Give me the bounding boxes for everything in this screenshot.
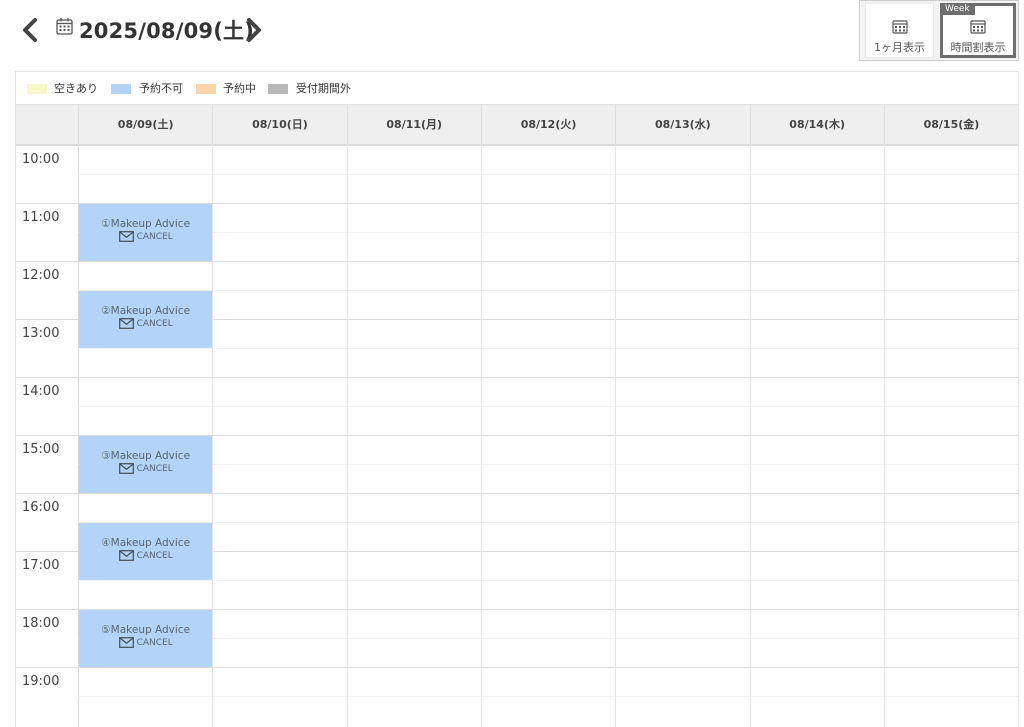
mail-icon [118,550,134,561]
slot-cancel-link[interactable]: CANCEL [79,231,212,242]
legend-label: 受付期間外 [296,82,351,95]
day-column-divider [883,145,885,727]
month-view-button[interactable]: 1ヶ月表示 [865,3,934,58]
time-grid: 10:00 11:00 12:00 13:00 14:00 15:00 16:00 17:00… [16,145,1018,727]
time-label: 18:00 [22,616,60,631]
slot-cancel-link[interactable]: CANCEL [79,463,212,474]
mail-icon [118,231,134,242]
legend-swatch [27,84,47,94]
current-date-title: 2025/08/09(土) [79,19,255,43]
day-column-divider [212,145,214,727]
chevron-left-icon [23,18,37,42]
header: 2025/08/09(土) 1ヶ月表示 Week 時間割表示 [0,0,1024,62]
time-label: 11:00 [22,210,60,225]
time-column: 10:00 11:00 12:00 13:00 14:00 15:00 16:00 17:00… [16,145,79,727]
slot-title: ④Makeup Advice [101,537,191,549]
legend: 空きあり 予約不可 予約中 受付期間外 [16,72,1018,105]
day-header: 08/15(金) [883,105,1018,144]
half-hour-line [78,174,1018,175]
half-hour-line [78,464,1018,465]
mail-icon [118,318,134,329]
cancel-label: CANCEL [136,464,173,474]
cancel-label: CANCEL [136,232,173,242]
hour-line [16,145,1018,146]
slot-cancel-link[interactable]: CANCEL [79,637,212,648]
day-column-divider [346,145,348,727]
day-header: 08/13(水) [615,105,749,144]
day-column-divider [749,145,751,727]
time-label: 15:00 [22,442,60,457]
half-hour-line [78,290,1018,291]
chevron-right-icon [247,18,261,42]
day-header: 08/09(土) [78,105,212,144]
half-hour-line [78,232,1018,233]
legend-swatch [111,84,131,94]
day-header-row: 08/09(土) 08/10(日) 08/11(月) 08/12(火) 08/13(水)… [16,105,1018,145]
time-label: 17:00 [22,558,60,573]
cancel-label: CANCEL [136,319,173,329]
day-header: 08/10(日) [212,105,346,144]
legend-swatch [268,84,288,94]
slot-title: ⑤Makeup Advice [101,624,191,636]
half-hour-line [78,406,1018,407]
mail-icon [118,463,134,474]
week-tag: Week [940,3,975,15]
slot-title: ③Makeup Advice [101,450,191,462]
prev-day-button[interactable] [18,15,42,45]
weekly-calendar: 空きあり 予約不可 予約中 受付期間外 08/09(土) 08/10(日) 08/1… [15,71,1019,727]
calendar-icon [56,18,73,35]
week-view-label: 時間割表示 [950,41,1006,54]
mail-icon [118,637,134,648]
calendar-icon [970,20,986,34]
half-hour-line [78,696,1018,697]
view-switch: 1ヶ月表示 Week 時間割表示 [859,0,1019,61]
time-label: 12:00 [22,268,60,283]
slot-cancel-link[interactable]: CANCEL [79,318,212,329]
week-view-button[interactable]: Week 時間割表示 [940,3,1016,58]
booking-slot[interactable]: ②Makeup Advice CANCEL [79,291,213,348]
cancel-label: CANCEL [136,638,173,648]
booking-slot[interactable]: ④Makeup Advice CANCEL [79,523,213,580]
booking-slot[interactable]: ①Makeup Advice CANCEL [79,204,213,261]
next-day-button[interactable] [242,15,266,45]
slot-cancel-link[interactable]: CANCEL [79,550,212,561]
calendar-icon [891,20,908,34]
day-column-divider [480,145,482,727]
day-header: 08/14(木) [749,105,884,144]
legend-label: 予約中 [223,82,256,95]
month-view-label: 1ヶ月表示 [874,41,925,54]
booking-slot[interactable]: ③Makeup Advice CANCEL [79,436,213,493]
half-hour-line [78,638,1018,639]
time-label: 13:00 [22,326,60,341]
time-label: 16:00 [22,500,60,515]
hour-line [16,377,1018,378]
time-label: 19:00 [22,674,60,689]
slot-title: ②Makeup Advice [101,305,191,317]
legend-label: 予約不可 [139,82,183,95]
legend-swatch [196,84,216,94]
time-label: 14:00 [22,384,60,399]
booking-slot[interactable]: ⑤Makeup Advice CANCEL [79,610,213,667]
hour-line [16,667,1018,668]
cancel-label: CANCEL [136,551,173,561]
hour-line [16,493,1018,494]
time-label: 10:00 [22,152,60,167]
hour-line [16,261,1018,262]
legend-label: 空きあり [54,82,98,95]
half-hour-line [78,348,1018,349]
day-header: 08/11(月) [346,105,481,144]
slot-title: ①Makeup Advice [101,218,191,230]
day-column-divider [615,145,617,727]
half-hour-line [78,580,1018,581]
half-hour-line [78,522,1018,523]
day-header: 08/12(火) [480,105,615,144]
